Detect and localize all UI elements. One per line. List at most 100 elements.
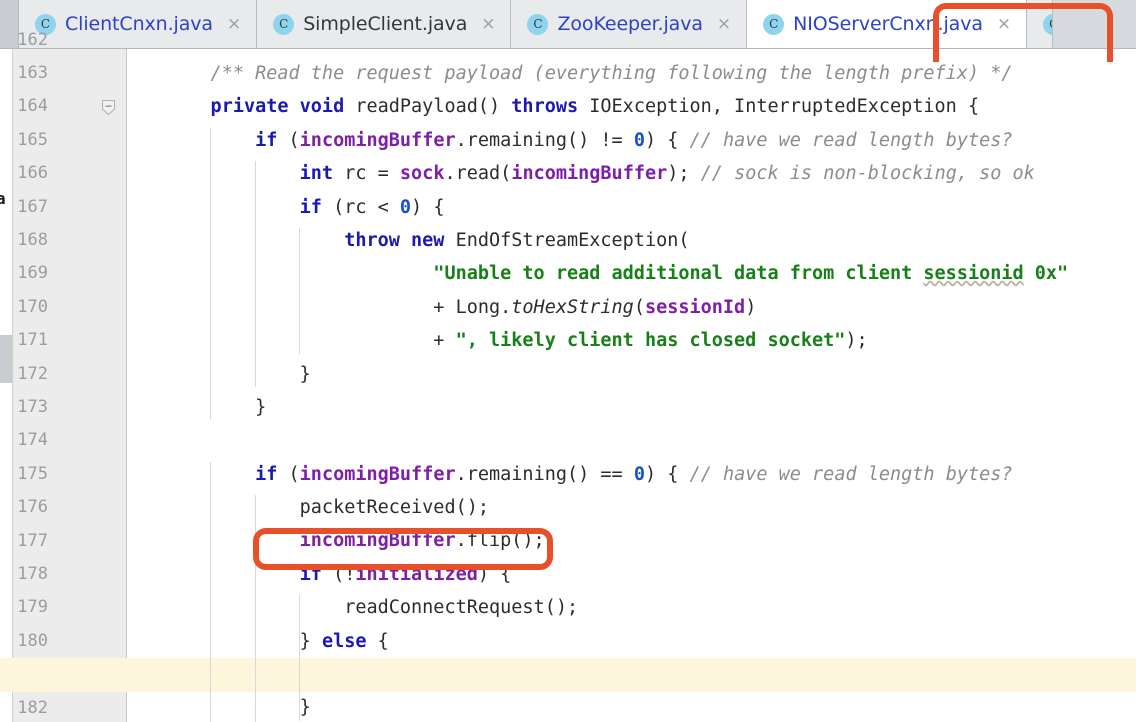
code-token-pln: } <box>166 697 311 719</box>
code-line[interactable]: } else { <box>127 625 1136 658</box>
code-token-pln: ); <box>667 163 701 185</box>
indent-guide <box>299 595 301 721</box>
code-token-pln: ( <box>288 463 300 485</box>
code-token-kw: else <box>321 630 367 652</box>
editor-tab-bar: C ClientCnxn.java × C SimpleClient.java … <box>0 0 1136 49</box>
line-number: 182 <box>17 697 48 718</box>
line-number: 172 <box>17 363 48 384</box>
line-number: 174 <box>17 430 48 451</box>
indent-guide <box>210 461 212 722</box>
editor-gutter[interactable]: 162 163 164 165 166 167 168 169 170 171 172 173 174… <box>13 30 127 722</box>
line-number: 180 <box>17 630 48 651</box>
code-line[interactable]: } <box>127 391 1136 424</box>
code-token-pln: EndOfStreamException( <box>455 229 690 251</box>
code-token-fld: incomingBuffer <box>166 530 456 552</box>
code-line[interactable]: int rc = sock.read(incomingBuffer); // s… <box>127 157 1136 190</box>
line-number: 179 <box>17 597 48 618</box>
code-token-pln: ) { <box>411 196 445 218</box>
code-token-fld: initialized <box>355 563 478 585</box>
code-line[interactable]: } <box>127 358 1136 391</box>
code-line[interactable]: packetReceived(); <box>127 491 1136 524</box>
code-token-kw: private void <box>166 96 356 118</box>
code-token-pln: } <box>166 363 311 385</box>
code-editor[interactable]: a v 162 16316416516616716816917017117217… <box>0 30 1136 722</box>
line-number: 164 <box>17 96 48 117</box>
code-line[interactable]: readConnectRequest(); <box>127 591 1136 624</box>
line-number: 176 <box>17 497 48 518</box>
code-token-stat: toHexString <box>511 296 634 318</box>
line-number: 173 <box>17 397 48 417</box>
code-line[interactable]: /** Read the request payload (everything… <box>127 57 1136 90</box>
code-token-pln: readPayload() <box>355 96 512 118</box>
code-text-area[interactable]: /** Read the request payload (everything… <box>127 49 1136 722</box>
code-token-pln: } <box>166 396 267 418</box>
code-token-kw: throws <box>511 96 590 118</box>
java-class-icon: C <box>763 13 785 35</box>
code-token-pln: + Long. <box>166 296 512 318</box>
code-token-kw: if <box>166 196 334 218</box>
code-token-pln: .flip(); <box>455 530 545 552</box>
code-token-str: ", likely client has closed socket" <box>455 330 846 352</box>
code-token-pln: ( <box>633 296 645 318</box>
code-token-str: "Unable to read additional data from cli… <box>166 263 924 285</box>
spellcheck-typo: sessionid <box>923 263 1024 285</box>
code-line[interactable]: throw new EndOfStreamException( <box>127 224 1136 257</box>
code-token-pln: ) { <box>644 463 690 485</box>
line-number: 166 <box>17 163 48 184</box>
code-token-pln: { <box>366 630 389 652</box>
editor-tab-simpleclient[interactable]: C SimpleClient.java × <box>257 0 512 48</box>
indent-guide <box>254 495 256 722</box>
indent-guide <box>254 161 256 387</box>
indent-guide <box>299 228 301 354</box>
code-token-str: 0x" <box>1023 263 1069 285</box>
code-token-pln: IOException, InterruptedException { <box>589 96 980 118</box>
code-line[interactable] <box>127 424 1136 457</box>
code-token-pln: .remaining() != <box>455 129 634 151</box>
line-number: 178 <box>17 564 48 584</box>
close-icon[interactable]: × <box>481 15 495 33</box>
editor-tab-clientcnxn[interactable]: C ClientCnxn.java × <box>19 0 258 48</box>
code-line[interactable]: } <box>127 691 1136 722</box>
code-token-fld: incomingBuffer <box>299 129 456 151</box>
line-number: 175 <box>17 463 48 484</box>
code-line[interactable]: if (incomingBuffer.remaining() != 0) { /… <box>127 124 1136 157</box>
code-line[interactable]: if (!initialized) { <box>127 558 1136 591</box>
code-token-pln: + <box>166 330 456 352</box>
code-line[interactable]: "Unable to read additional data from cli… <box>127 257 1136 290</box>
code-token-pln: ) { <box>477 563 512 585</box>
line-number: 171 <box>17 330 48 351</box>
code-token-kw: if <box>166 563 334 585</box>
code-line[interactable]: private void readPayload() throws IOExce… <box>127 90 1136 123</box>
editor-tab-overflow-partial[interactable]: C <box>1027 0 1054 48</box>
editor-tab-nioservercnxn[interactable]: C NIOServerCnxn.java × <box>747 0 1028 48</box>
java-class-icon: C <box>273 13 295 35</box>
code-line[interactable]: incomingBuffer.flip(); <box>127 524 1136 557</box>
code-token-fld: incomingBuffer <box>511 163 668 185</box>
code-token-cmt: // have we read length bytes? <box>689 129 1013 151</box>
code-token-num: 0 <box>633 129 645 151</box>
code-line[interactable]: if (rc < 0) { <box>127 191 1136 224</box>
code-token-cmt: // sock is non-blocking, so ok <box>700 163 1035 185</box>
close-icon[interactable]: × <box>997 15 1011 33</box>
code-line[interactable]: if (incomingBuffer.remaining() == 0) { /… <box>127 458 1136 491</box>
code-line[interactable]: + ", likely client has closed socket"); <box>127 324 1136 357</box>
code-token-fld: incomingBuffer <box>299 463 456 485</box>
code-line[interactable]: + Long.toHexString(sessionId) <box>127 291 1136 324</box>
code-token-pln: rc = <box>344 163 400 185</box>
code-token-pln: .remaining() == <box>455 463 634 485</box>
code-token-pln: .read( <box>444 163 512 185</box>
line-number: 167 <box>17 196 48 217</box>
code-token-kw: throw new <box>166 229 456 251</box>
line-number: 177 <box>17 530 48 551</box>
editor-tab-label: NIOServerCnxn.java <box>793 13 983 35</box>
editor-tab-zookeeper[interactable]: C ZooKeeper.java × <box>511 0 748 48</box>
line-number: 168 <box>17 230 48 250</box>
line-number: 170 <box>17 296 48 317</box>
line-number: 165 <box>17 129 48 150</box>
java-class-icon: C <box>527 13 549 35</box>
code-token-pln: ); <box>845 330 868 352</box>
close-icon[interactable]: × <box>227 15 241 33</box>
fold-collapse-icon[interactable] <box>101 90 116 123</box>
close-icon[interactable]: × <box>717 15 731 33</box>
editor-tab-label: ZooKeeper.java <box>557 13 703 35</box>
